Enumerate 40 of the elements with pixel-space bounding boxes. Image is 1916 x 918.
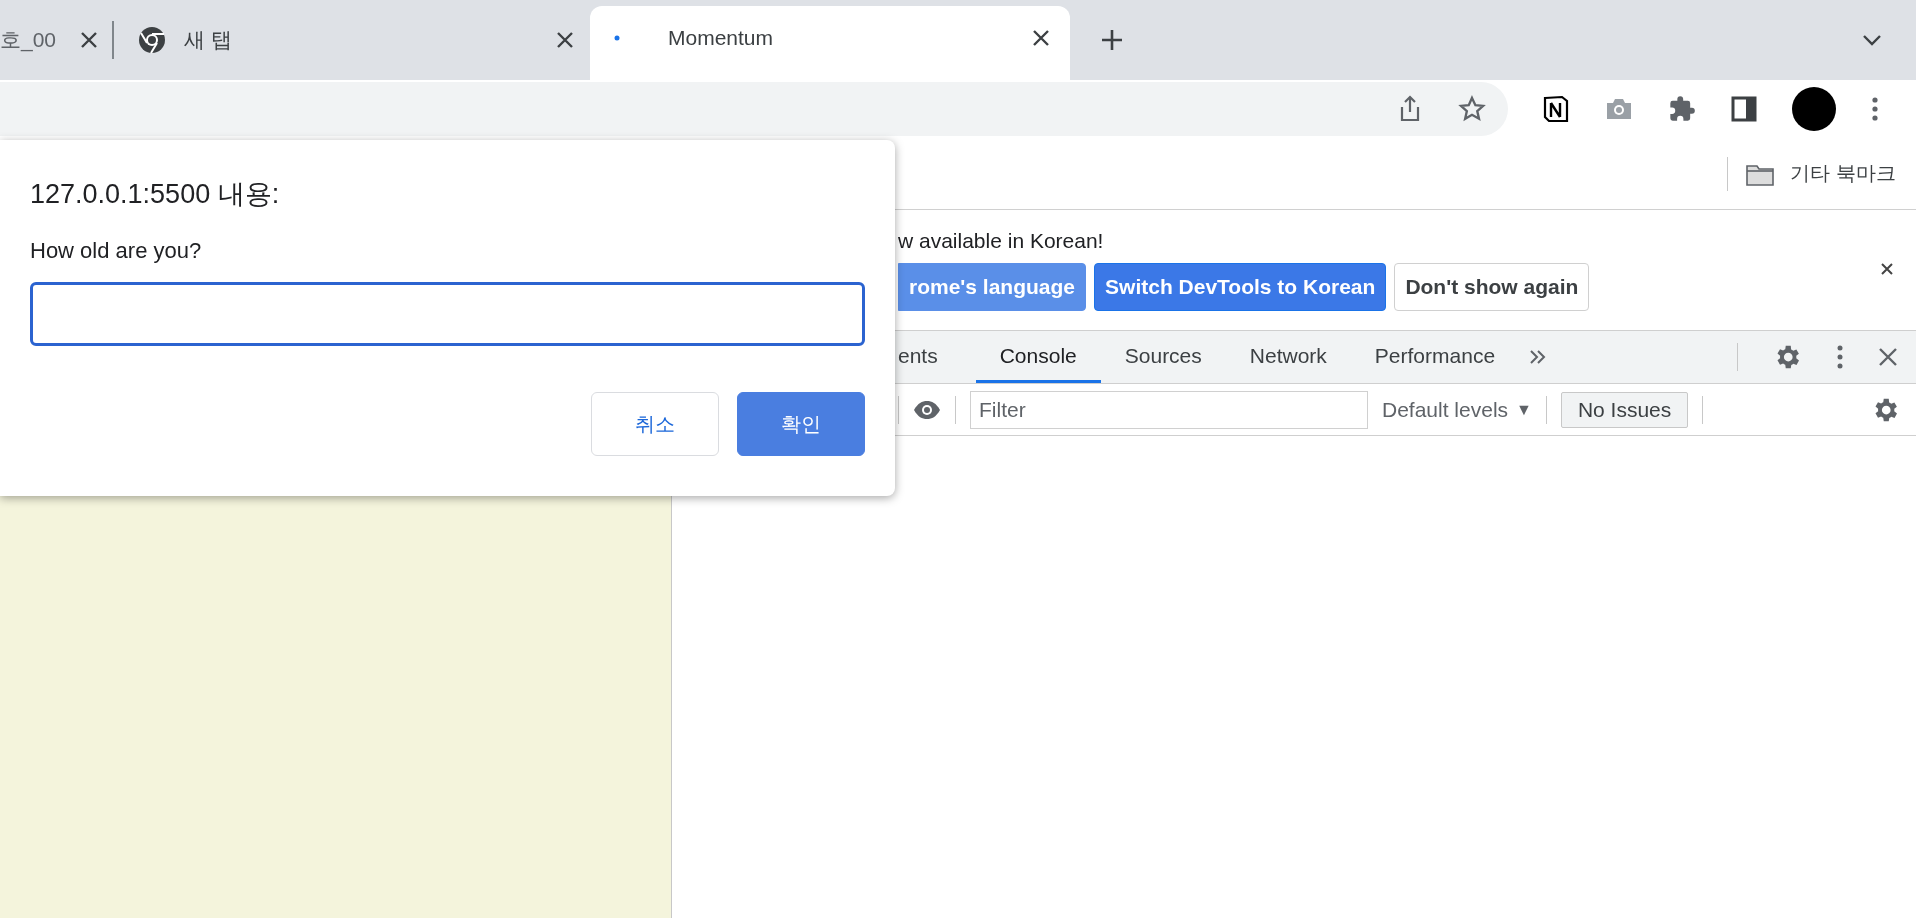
devtools-tab[interactable]: Console <box>975 331 1101 383</box>
cancel-button[interactable]: 취소 <box>591 392 719 456</box>
new-tab-icon[interactable] <box>1100 28 1124 52</box>
log-levels-dropdown[interactable]: Default levels ▼ <box>1382 397 1532 422</box>
browser-tab[interactable]: 새 탭 <box>114 10 590 80</box>
dialog-title: 127.0.0.1:5500 내용: <box>30 178 281 211</box>
share-icon[interactable] <box>1398 95 1422 123</box>
infobar-message: w available in Korean! <box>898 229 1104 252</box>
bookmark-folder[interactable]: 기타 북마크 <box>1746 160 1896 187</box>
browser-tab[interactable]: Momentum <box>590 6 1070 80</box>
close-icon[interactable] <box>556 31 574 49</box>
dialog-message: How old are you? <box>30 238 203 264</box>
chevron-down-icon[interactable] <box>1862 33 1882 47</box>
devtools-tab[interactable]: ents <box>898 331 976 383</box>
close-icon[interactable] <box>1032 29 1050 47</box>
close-icon[interactable] <box>1878 347 1898 367</box>
answer-field[interactable] <box>30 282 865 346</box>
filter-field[interactable]: Filter <box>970 390 1368 429</box>
devtools-tab[interactable]: Sources <box>1100 331 1226 383</box>
more-options-icon[interactable] <box>1836 344 1844 370</box>
notion-icon[interactable] <box>1541 95 1570 123</box>
star-icon[interactable] <box>1458 95 1486 123</box>
issues-button[interactable]: No Issues <box>1560 391 1689 428</box>
close-icon[interactable] <box>80 31 98 49</box>
chrome-icon[interactable] <box>138 26 166 54</box>
close-icon[interactable] <box>1880 262 1894 276</box>
profile-avatar[interactable] <box>1791 87 1836 131</box>
favicon-icon <box>614 35 620 41</box>
side-panel-icon[interactable] <box>1730 96 1757 122</box>
devtools-tab[interactable]: Network <box>1225 331 1351 383</box>
infobar-button[interactable]: Don't show again <box>1394 263 1590 311</box>
menu-icon[interactable] <box>1870 96 1879 122</box>
browser-tab[interactable]: 호_00 <box>0 10 112 80</box>
infobar-button[interactable]: Switch DevTools to Korean <box>1094 263 1387 311</box>
camera-icon[interactable] <box>1604 97 1633 121</box>
puzzle-icon[interactable] <box>1667 95 1696 123</box>
more-tabs-icon[interactable] <box>1529 349 1548 365</box>
eye-icon[interactable] <box>913 399 941 420</box>
confirm-button[interactable]: 확인 <box>737 392 865 456</box>
devtools-tab[interactable]: Performance <box>1350 331 1520 383</box>
